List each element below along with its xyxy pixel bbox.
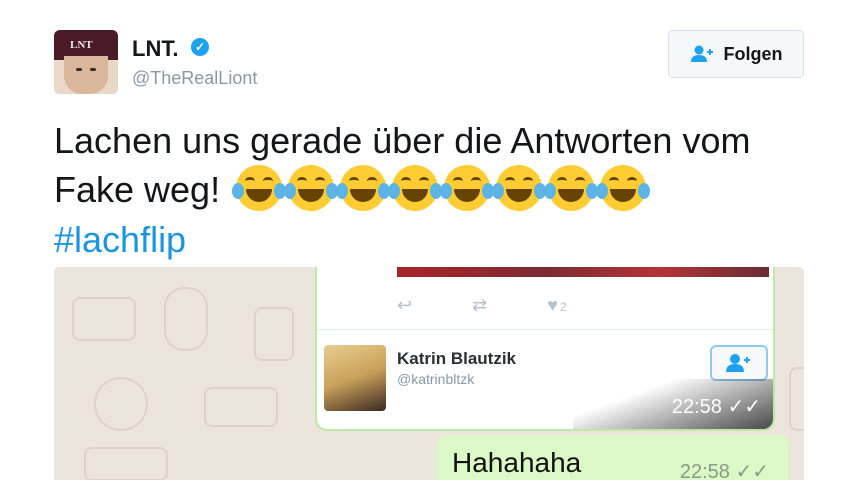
avatar-eye [90,68,96,71]
tears-of-joy-emoji-icon [492,165,547,212]
verified-badge-icon: ✓ [191,38,209,56]
author-handle[interactable]: @TheRealLiont [132,68,257,89]
tears-of-joy-emoji-icon [336,165,391,212]
tears-of-joy-emoji-icon [544,165,599,212]
tears-of-joy-emoji-icon [388,165,443,212]
katrin-avatar [324,345,386,411]
avatar-beanie-text: LNT [70,39,93,51]
follow-button[interactable]: Folgen [668,30,804,78]
chat-message-bubble: Hahahaha 22:58 ✓✓ [437,435,789,480]
avatar-face [64,56,108,94]
author-display-name[interactable]: LNT. [132,36,178,62]
add-user-icon [690,45,713,62]
chat-message-text: Hahahaha [452,447,582,478]
chat-doodle [204,387,278,427]
follow-button-label: Folgen [723,43,783,64]
card-divider [317,329,773,330]
card-timestamp: 22:58 ✓✓ [671,396,761,418]
hashtag-link[interactable]: #lachflip [54,219,186,260]
chat-doodle [789,367,804,431]
emoji-group [232,165,651,212]
tears-of-joy-emoji-icon [596,165,651,212]
like-count: 2 [559,299,567,314]
chat-doodle [164,287,208,351]
tweet-actions: ↩ ⇄ ♥ 2 [397,293,697,317]
card-follow-icon [710,345,768,381]
add-user-icon [726,354,750,372]
embedded-tweet-card: ↩ ⇄ ♥ 2 Katrin Blautzik @katrinbltzk 22:5… [317,267,773,429]
chat-doodle [94,377,148,431]
embedded-photo [397,267,769,277]
avatar-eye [76,68,82,71]
tweet-header: LNT LNT. ✓ @TheRealLiont Folgen [54,30,804,96]
author-avatar[interactable]: LNT [54,30,118,94]
chat-doodle [84,447,168,480]
tears-of-joy-emoji-icon [232,165,287,212]
reply-icon: ↩ [397,294,413,315]
tears-of-joy-emoji-icon [440,165,495,212]
tweet-media-image[interactable]: ↩ ⇄ ♥ 2 Katrin Blautzik @katrinbltzk 22:5… [54,267,804,480]
tweet-text: Lachen uns gerade über die Antworten vom… [54,116,814,264]
chat-message-time: 22:58 ✓✓ [679,461,769,480]
chat-doodle [254,307,294,361]
like-icon: ♥ 2 [547,294,567,315]
card-user-name: Katrin Blautzik [397,349,517,368]
chat-doodle [72,297,136,341]
retweet-icon: ⇄ [472,294,488,315]
card-user-handle: @katrinbltzk [397,371,475,387]
tears-of-joy-emoji-icon [284,165,339,212]
